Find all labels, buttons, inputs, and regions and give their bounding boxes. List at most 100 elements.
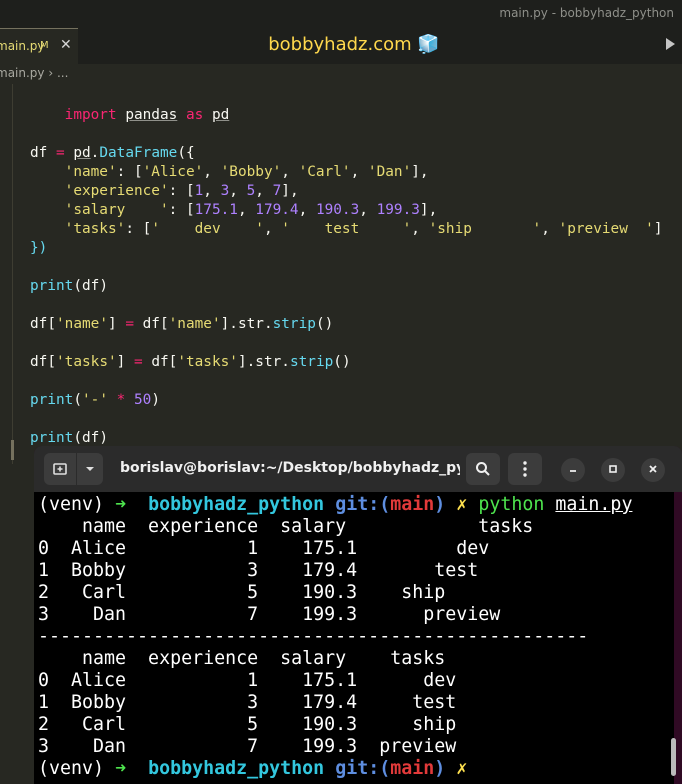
code-token: : [	[168, 202, 195, 218]
search-icon	[476, 462, 490, 476]
number: 190.3	[315, 202, 360, 218]
table-row: 2 Carl 5 190.3 ship	[38, 714, 457, 735]
code-token: df[	[30, 316, 56, 332]
alias: pd	[211, 107, 230, 123]
venv-label: (venv)	[38, 494, 105, 515]
number: 175.1	[194, 202, 238, 218]
code-token: df	[30, 145, 48, 161]
code-token: ,	[541, 221, 559, 237]
scrollbar[interactable]	[671, 738, 676, 776]
code-token: ,	[237, 202, 256, 218]
code-token: ,	[263, 221, 282, 237]
menu-button[interactable]	[508, 453, 542, 485]
string: 'tasks'	[56, 354, 117, 370]
code-line-1: import pandas as pd	[30, 87, 230, 144]
table-row: 0 Alice 1 175.1 dev	[38, 538, 490, 559]
keyword: as	[185, 107, 204, 123]
code-token: : [	[125, 221, 152, 237]
dirty-icon: ✗	[456, 494, 468, 515]
code-token: ].str.	[237, 354, 290, 370]
table-row: 1 Bobby 3 179.4 test	[38, 560, 479, 581]
table-row: 0 Alice 1 175.1 dev	[38, 670, 457, 691]
separator-line: ----------------------------------------…	[38, 626, 589, 647]
table-row: 2 Carl 5 190.3 ship	[38, 582, 446, 603]
tab-bar: main.py M ✕ bobbyhadz.com 🧊	[0, 28, 682, 64]
code-line-13: df['name'] = df['name'].str.strip()	[30, 315, 333, 334]
terminal-window[interactable]: borislav@borislav:~/Desktop/bobbyhadz_py…	[34, 446, 682, 784]
string: ' test '	[281, 221, 412, 237]
maximize-icon	[609, 465, 617, 473]
brand-watermark: bobbyhadz.com 🧊	[268, 34, 440, 55]
code-token: ].str.	[220, 316, 273, 332]
code-token: ,	[359, 202, 377, 218]
close-icon	[649, 465, 657, 473]
code-token: ()	[315, 316, 334, 332]
search-button[interactable]	[466, 453, 500, 485]
table-header: name experience salary tasks	[38, 516, 534, 537]
code-line-17: print('-' * 50)	[30, 391, 160, 410]
prompt-line: (venv) ➜ bobbyhadz_python git:(main) ✗ p…	[38, 494, 632, 516]
git-branch: main	[390, 758, 435, 779]
number: 1	[194, 183, 204, 199]
operator: =	[56, 145, 65, 161]
string: 'name'	[64, 164, 117, 180]
code-line-6: 'experience': [1, 3, 5, 7],	[30, 182, 299, 201]
string: 'ship '	[428, 221, 542, 237]
code-token: pd	[73, 145, 91, 161]
string: 'tasks'	[64, 221, 126, 237]
code-line-4: df = pd.DataFrame({	[30, 144, 195, 163]
string: 'salary '	[64, 202, 169, 218]
operator: =	[125, 316, 134, 332]
string: 'tasks'	[177, 354, 238, 370]
run-icon[interactable]	[665, 37, 676, 51]
kebab-menu-icon	[523, 461, 527, 477]
code-token: ,	[203, 164, 221, 180]
tab-dropdown-button[interactable]	[77, 453, 103, 485]
prompt-dir: bobbyhadz_python	[148, 494, 325, 515]
string: 'Dan'	[367, 164, 412, 180]
code-token: ,	[411, 221, 429, 237]
code-token: : [	[168, 183, 195, 199]
minimize-button[interactable]	[561, 458, 585, 482]
breadcrumb[interactable]: main.py › ...	[0, 66, 68, 80]
code-token: ({	[177, 145, 195, 161]
new-tab-button[interactable]	[44, 453, 76, 485]
terminal-header: borislav@borislav:~/Desktop/bobbyhadz_py…	[34, 446, 682, 492]
table-header: name experience salary tasks	[38, 648, 446, 669]
code-token: ],	[411, 164, 429, 180]
prompt-dir: bobbyhadz_python	[148, 758, 325, 779]
arrow-icon: ➜	[115, 758, 127, 779]
function-name: print	[30, 430, 74, 446]
code-token: (	[73, 392, 82, 408]
code-token: ,	[350, 164, 368, 180]
module-name: pandas	[125, 107, 178, 123]
code-line-8: 'tasks': [' dev ', ' test ', 'ship ', 'p…	[30, 220, 663, 239]
function-name: strip	[272, 316, 316, 332]
function-name: strip	[289, 354, 334, 370]
maximize-button[interactable]	[601, 458, 625, 482]
code-line-5: 'name': ['Alice', 'Bobby', 'Carl', 'Dan'…	[30, 163, 429, 182]
code-token: df[	[142, 354, 178, 370]
number: 7	[272, 183, 282, 199]
code-line-7: 'salary ': [175.1, 179.4, 190.3, 199.3],	[30, 201, 438, 220]
close-button[interactable]	[641, 458, 665, 482]
venv-label: (venv)	[38, 758, 105, 779]
operator: =	[133, 354, 143, 370]
code-token: ],	[281, 183, 299, 199]
terminal-output[interactable]: (venv) ➜ bobbyhadz_python git:(main) ✗ p…	[34, 492, 674, 784]
code-editor[interactable]: import pandas as pd df = pd.DataFrame({ …	[0, 84, 682, 464]
arrow-icon: ➜	[115, 494, 127, 515]
number: 179.4	[255, 202, 299, 218]
git-label: git:(	[335, 758, 391, 779]
prompt-line: (venv) ➜ bobbyhadz_python git:(main) ✗	[38, 758, 467, 780]
code-token: ,	[298, 202, 316, 218]
chevron-down-icon	[86, 467, 94, 471]
string: 'preview '	[558, 221, 654, 237]
string: 'experience'	[64, 183, 169, 199]
code-token: : [	[116, 164, 143, 180]
command-arg: main.py	[555, 494, 633, 515]
table-row: 3 Dan 7 199.3 preview	[38, 604, 501, 625]
git-label-close: )	[434, 494, 446, 515]
table-row: 1 Bobby 3 179.4 test	[38, 692, 457, 713]
string: 'name'	[168, 316, 221, 332]
